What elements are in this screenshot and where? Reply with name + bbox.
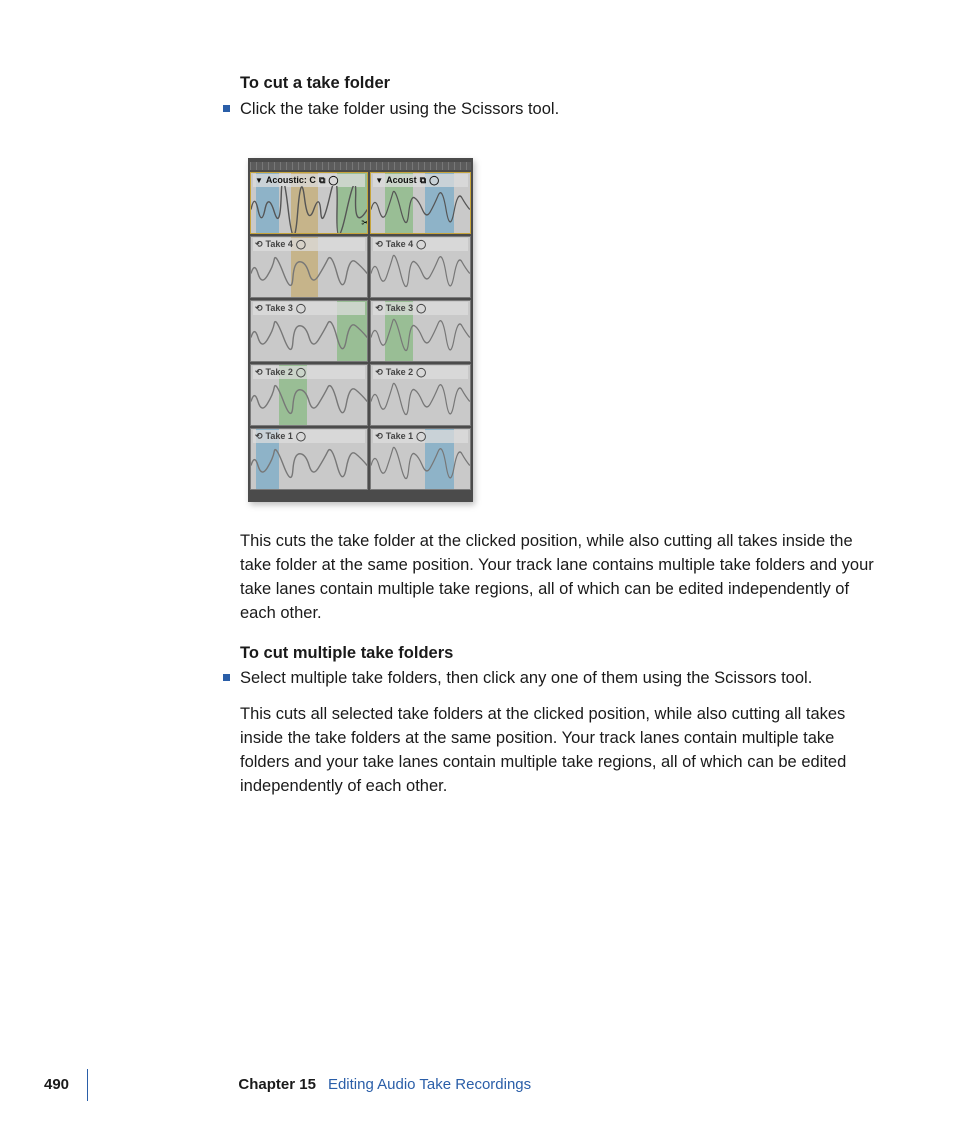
take-region: Take 1	[370, 428, 471, 490]
take-row-2: Take 2 Take 2	[250, 364, 471, 426]
take-row-1: Take 1 Take 1	[250, 428, 471, 490]
take-region: Take 2	[370, 364, 471, 426]
take-region: Take 3	[250, 300, 368, 362]
heading-cut-take-folder: To cut a take folder	[240, 72, 888, 96]
take-row-4: Take 4 Take 4	[250, 236, 471, 298]
waveform	[251, 186, 367, 233]
take-folder-figure: Acoustic: C Acoust	[248, 158, 888, 502]
take-region: Take 4	[370, 236, 471, 298]
chapter-label: Chapter 15	[238, 1074, 316, 1096]
bullet-list-1: Click the take folder using the Scissors…	[240, 98, 888, 122]
timeline-ruler	[250, 162, 471, 170]
take-region: Take 3	[370, 300, 471, 362]
take-region: Take 4	[250, 236, 368, 298]
heading-cut-multiple: To cut multiple take folders	[240, 642, 888, 666]
take-row-3: Take 3 Take 3	[250, 300, 471, 362]
bullet-item-click-scissors: Click the take folder using the Scissors…	[240, 98, 888, 122]
page-number: 490	[44, 1074, 87, 1096]
waveform	[371, 186, 470, 233]
take-region: Take 2	[250, 364, 368, 426]
page-footer: 490 Chapter 15 Editing Audio Take Record…	[44, 1069, 531, 1101]
take-folder-header-row: Acoustic: C Acoust	[250, 172, 471, 234]
paragraph-cut-result: This cuts the take folder at the clicked…	[240, 530, 888, 626]
take-folder-left: Acoustic: C	[250, 172, 368, 234]
chapter-title: Editing Audio Take Recordings	[328, 1074, 531, 1096]
footer-rule	[87, 1069, 88, 1101]
paragraph-cut-multiple-result: This cuts all selected take folders at t…	[240, 703, 888, 799]
bullet-item-select-multiple: Select multiple take folders, then click…	[240, 667, 888, 691]
bullet-list-2: Select multiple take folders, then click…	[240, 667, 888, 691]
take-folder-right: Acoust	[370, 172, 471, 234]
page-content: To cut a take folder Click the take fold…	[240, 72, 888, 811]
take-region: Take 1	[250, 428, 368, 490]
